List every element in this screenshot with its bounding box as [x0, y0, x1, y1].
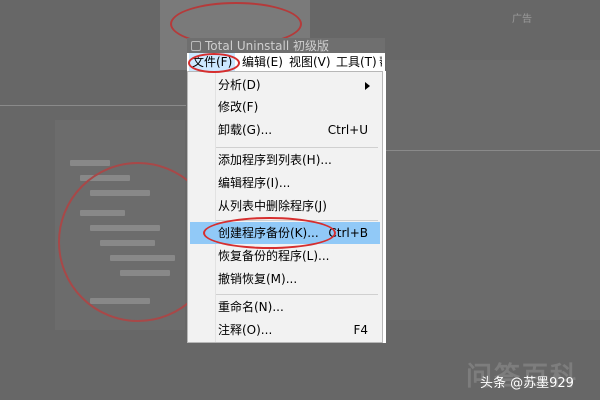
annotation-ring-create-backup	[203, 217, 336, 249]
menu-item-label: 注释(O)...	[218, 323, 273, 337]
menu-help[interactable]: 帮	[379, 53, 382, 71]
window-edge	[383, 71, 386, 343]
menu-item-label: 卸载(G)...	[218, 123, 273, 137]
menu-item-comment[interactable]: 注释(O)... F4	[190, 319, 380, 341]
app-icon	[191, 41, 201, 51]
menu-item-label: 撤销恢复(M)...	[218, 272, 298, 286]
menu-separator	[216, 147, 378, 148]
menu-item-label: 编辑程序(I)...	[218, 176, 291, 190]
menu-tools[interactable]: 工具(T)	[333, 53, 380, 71]
menu-item-shortcut: F4	[353, 323, 368, 337]
menu-item-undo-restore[interactable]: 撤销恢复(M)...	[190, 268, 380, 290]
menu-item-add-program[interactable]: 添加程序到列表(H)...	[190, 149, 380, 171]
menu-view[interactable]: 视图(V)	[286, 53, 334, 71]
menu-item-label: 重命名(N)...	[218, 300, 284, 314]
menu-separator	[216, 294, 378, 295]
ad-label: 广告	[512, 14, 532, 25]
file-menu-dropdown: 分析(D) 修改(F) 卸载(G)... Ctrl+U 添加程序到列表(H)..…	[187, 71, 383, 343]
menu-item-label: 修改(F)	[218, 100, 259, 114]
window-titlebar: Total Uninstall 初级版	[187, 38, 385, 54]
author-credit: 头条 @苏墨929	[480, 376, 574, 391]
menu-item-label: 添加程序到列表(H)...	[218, 153, 332, 167]
bg-divider	[0, 105, 186, 106]
submenu-arrow-icon	[365, 82, 370, 90]
menu-item-modify[interactable]: 修改(F)	[190, 96, 380, 118]
menu-item-rename[interactable]: 重命名(N)...	[190, 296, 380, 318]
bg-right-panel	[386, 60, 600, 320]
bg-tree-item	[70, 160, 110, 166]
menu-item-remove-program[interactable]: 从列表中删除程序(J)	[190, 195, 380, 217]
menu-item-uninstall[interactable]: 卸载(G)... Ctrl+U	[190, 119, 380, 141]
bg-divider	[386, 150, 600, 151]
annotation-ring-file-menu	[188, 53, 240, 73]
menu-edit[interactable]: 编辑(E)	[239, 53, 286, 71]
menu-item-shortcut: Ctrl+U	[327, 123, 368, 137]
menu-item-analyze[interactable]: 分析(D)	[190, 74, 380, 96]
menu-item-label: 从列表中删除程序(J)	[218, 199, 327, 213]
menu-item-edit-program[interactable]: 编辑程序(I)...	[190, 172, 380, 194]
window-title: Total Uninstall 初级版	[205, 39, 329, 53]
menu-item-label: 分析(D)	[218, 78, 261, 92]
